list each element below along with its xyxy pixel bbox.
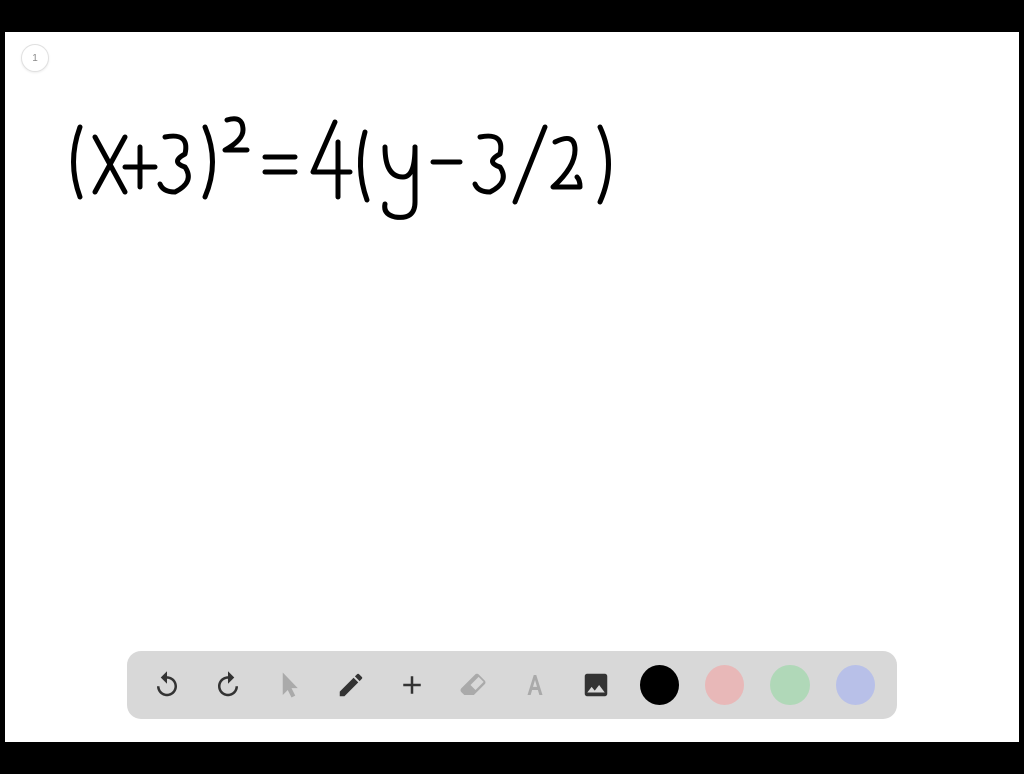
image-icon [581, 670, 611, 700]
pointer-icon [274, 670, 304, 700]
text-button[interactable] [517, 667, 552, 703]
eraser-button[interactable] [456, 667, 491, 703]
pen-button[interactable] [333, 667, 368, 703]
image-button[interactable] [579, 667, 614, 703]
color-black-swatch[interactable] [640, 665, 679, 705]
color-pink-swatch[interactable] [705, 665, 744, 705]
pen-icon [336, 670, 366, 700]
add-button[interactable] [394, 667, 429, 703]
pointer-button[interactable] [272, 667, 307, 703]
redo-button[interactable] [210, 667, 245, 703]
page-number-badge: 1 [21, 44, 49, 72]
undo-icon [152, 670, 182, 700]
page-number: 1 [32, 53, 38, 64]
canvas-area[interactable]: 1 [5, 32, 1019, 742]
handwritten-equation [55, 92, 655, 232]
toolbar [127, 651, 897, 719]
plus-icon [397, 670, 427, 700]
redo-icon [213, 670, 243, 700]
undo-button[interactable] [149, 667, 184, 703]
eraser-icon [458, 670, 488, 700]
color-blue-swatch[interactable] [836, 665, 875, 705]
color-green-swatch[interactable] [770, 665, 809, 705]
text-icon [520, 670, 550, 700]
